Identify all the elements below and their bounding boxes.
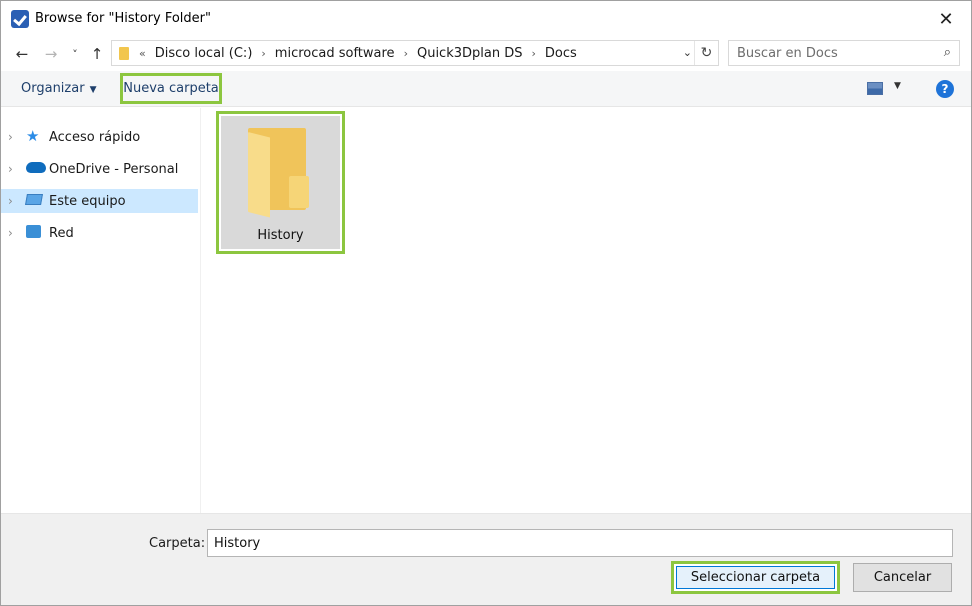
expand-chevron-icon[interactable]: › bbox=[8, 162, 13, 176]
breadcrumb-separator-icon[interactable]: › bbox=[404, 47, 408, 60]
sidebar-item-este-equipo[interactable]: › Este equipo bbox=[1, 189, 198, 213]
file-list: History bbox=[202, 108, 971, 513]
folder-icon bbox=[119, 46, 129, 60]
folder-front-panel bbox=[248, 132, 270, 218]
selected-folder-tile: History bbox=[221, 116, 340, 249]
title-bar: Browse for "History Folder" ✕ bbox=[1, 1, 971, 37]
change-view-icon[interactable] bbox=[867, 82, 883, 95]
this-pc-icon bbox=[25, 194, 43, 205]
breadcrumb-separator-icon[interactable]: › bbox=[531, 47, 535, 60]
search-input[interactable] bbox=[737, 44, 927, 62]
folder-item-label: History bbox=[257, 228, 304, 243]
dialog-footer: Carpeta: Seleccionar carpeta Cancelar bbox=[1, 513, 971, 605]
sidebar-item-label: Este equipo bbox=[49, 193, 126, 209]
breadcrumb-quick3dplan-ds[interactable]: Quick3Dplan DS bbox=[417, 46, 523, 61]
breadcrumb-overflow-icon[interactable]: « bbox=[139, 47, 146, 60]
organize-button[interactable]: Organizar ▼ bbox=[21, 81, 96, 96]
cancel-button[interactable]: Cancelar bbox=[853, 563, 952, 592]
expand-chevron-icon[interactable]: › bbox=[8, 194, 13, 208]
navigation-pane: › ★ Acceso rápido › OneDrive - Personal … bbox=[1, 108, 201, 513]
address-bar[interactable]: « Disco local (C:) › microcad software ›… bbox=[111, 40, 719, 66]
sidebar-item-onedrive[interactable]: › OneDrive - Personal bbox=[1, 157, 198, 181]
breadcrumb-disco-local[interactable]: Disco local (C:) bbox=[155, 46, 253, 61]
back-button[interactable]: ← bbox=[11, 43, 33, 65]
expand-chevron-icon[interactable]: › bbox=[8, 226, 13, 240]
search-box[interactable]: ⌕ bbox=[728, 40, 960, 66]
expand-chevron-icon[interactable]: › bbox=[8, 130, 13, 144]
view-options-caret-icon[interactable]: ▼ bbox=[894, 81, 901, 91]
network-icon bbox=[26, 225, 41, 238]
breadcrumb-microcad-software[interactable]: microcad software bbox=[275, 46, 395, 61]
close-button[interactable]: ✕ bbox=[931, 5, 961, 33]
search-icon[interactable]: ⌕ bbox=[944, 45, 951, 60]
sidebar-item-red[interactable]: › Red bbox=[1, 221, 198, 245]
organize-label: Organizar bbox=[21, 81, 85, 96]
select-folder-button-highlight[interactable]: Seleccionar carpeta bbox=[671, 561, 840, 594]
command-bar: Organizar ▼ Nueva carpeta ▼ ? bbox=[1, 71, 971, 107]
browse-folder-dialog: Browse for "History Folder" ✕ ← → ˅ ↑ « … bbox=[0, 0, 972, 606]
sidebar-item-label: OneDrive - Personal bbox=[49, 161, 179, 177]
window-title: Browse for "History Folder" bbox=[35, 11, 211, 26]
quick-access-star-icon: ★ bbox=[26, 127, 40, 145]
folder-field-label: Carpeta: bbox=[149, 536, 206, 551]
sidebar-item-label: Red bbox=[49, 225, 74, 241]
sidebar-item-acceso-rapido[interactable]: › ★ Acceso rápido bbox=[1, 125, 198, 149]
sidebar-item-label: Acceso rápido bbox=[49, 129, 141, 145]
refresh-button[interactable]: ↻ bbox=[694, 41, 718, 65]
app-logo-icon bbox=[11, 10, 29, 28]
breadcrumb-docs[interactable]: Docs bbox=[545, 46, 577, 61]
navigation-bar: ← → ˅ ↑ « Disco local (C:) › microcad so… bbox=[1, 37, 971, 71]
new-folder-button[interactable]: Nueva carpeta bbox=[120, 73, 222, 104]
folder-item-history[interactable]: History bbox=[216, 111, 345, 254]
select-folder-button[interactable]: Seleccionar carpeta bbox=[676, 566, 835, 589]
folder-name-input[interactable] bbox=[207, 529, 953, 557]
onedrive-cloud-icon bbox=[26, 162, 46, 173]
up-button[interactable]: ↑ bbox=[86, 43, 108, 65]
recent-locations-button[interactable]: ˅ bbox=[64, 43, 86, 65]
help-icon[interactable]: ? bbox=[936, 80, 954, 98]
chevron-down-icon[interactable]: ⌄ bbox=[683, 46, 692, 59]
forward-button[interactable]: → bbox=[40, 43, 62, 65]
caret-down-icon: ▼ bbox=[89, 85, 97, 95]
breadcrumb-separator-icon[interactable]: › bbox=[261, 47, 265, 60]
folder-tab bbox=[289, 176, 309, 208]
